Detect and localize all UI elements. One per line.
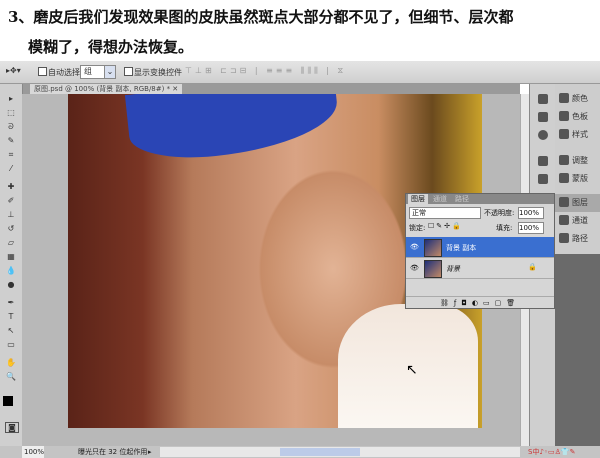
history-brush-tool-icon[interactable]: ↺ (5, 224, 17, 233)
crop-tool-icon[interactable]: ⌗ (5, 150, 17, 159)
show-transform-label: 显示变换控件 (134, 68, 182, 77)
fill-label: 填充: (496, 224, 513, 232)
dock-label: 色板 (572, 112, 588, 121)
zoom-tool-icon[interactable]: 🔍 (5, 372, 17, 381)
styles-icon (559, 129, 569, 139)
dock-item-channels[interactable]: 通道 (555, 212, 600, 230)
cursor-icon: ↖ (406, 362, 418, 378)
caption-line-1: 3、磨皮后我们发现效果图的皮肤虽然斑点大部分都不见了，但细节、层次都 (8, 8, 514, 26)
color-icon (559, 93, 569, 103)
path-select-tool-icon[interactable]: ↖ (5, 326, 17, 335)
document-tab[interactable]: 原图.psd @ 100% (背景 副本, RGB/8#) * ✕ (30, 84, 183, 94)
layers-icon (559, 197, 569, 207)
lasso-tool-icon[interactable]: ᘐ (5, 122, 17, 131)
dodge-tool-icon[interactable]: ● (5, 280, 17, 289)
eyedropper-tool-icon[interactable]: ⁄ (5, 164, 17, 173)
move-tool-icon[interactable]: ▸✥▾ (6, 66, 21, 75)
dock-label: 路径 (572, 234, 588, 243)
dock-item-masks[interactable]: 蒙版 (555, 170, 600, 188)
tab-paths[interactable]: 路径 (452, 194, 472, 204)
hand-tool-icon[interactable]: ✋ (5, 358, 17, 367)
horizontal-scroll-thumb[interactable] (280, 448, 360, 456)
info-icon[interactable] (538, 130, 548, 140)
layer-name: 背景 副本 (446, 244, 477, 252)
layer-name: 背景 (446, 265, 460, 273)
layer-thumbnail (424, 260, 442, 278)
dock-item-adjustments[interactable]: 调整 (555, 152, 600, 170)
layer-row[interactable]: 👁 背景 🔒 (406, 258, 554, 279)
ime-toolbar-icons[interactable]: S中♪◦▭♙👕✎ (528, 446, 576, 458)
layers-panel-tabs: 图层 通道 路径 (406, 194, 554, 204)
layer-thumbnail (424, 239, 442, 257)
marquee-tool-icon[interactable]: ⬚ (5, 108, 17, 117)
brushes-icon[interactable] (538, 156, 548, 166)
tab-channels[interactable]: 通道 (430, 194, 450, 204)
histogram-icon[interactable] (538, 112, 548, 122)
status-menu-arrow-icon[interactable]: ▸ (148, 446, 152, 458)
stamp-tool-icon[interactable]: ⊥ (5, 210, 17, 219)
show-transform-checkbox[interactable] (124, 67, 133, 76)
dock-item-swatches[interactable]: 色板 (555, 108, 600, 126)
masks-icon (559, 173, 569, 183)
channels-icon (559, 215, 569, 225)
type-tool-icon[interactable]: T (5, 312, 17, 321)
options-bar: ▸✥▾ 自动选择: 组 ⌄ 显示变换控件 ⊤⊥⊞ ⊏⊐⊟ | ≡≡≡ ⫼⫼⫼ |… (0, 61, 600, 84)
dock-label: 调整 (572, 156, 588, 165)
blur-tool-icon[interactable]: 💧 (5, 266, 17, 275)
layers-footer-icons[interactable]: ⛓ƒ◘◐▭▢🗑 (406, 296, 554, 308)
swatches-icon (559, 111, 569, 121)
dock-empty-area (555, 254, 600, 446)
dock-label: 颜色 (572, 94, 588, 103)
dock-label: 蒙版 (572, 174, 588, 183)
navigator-icon[interactable] (538, 94, 548, 104)
clone-source-icon[interactable] (538, 174, 548, 184)
headband (124, 94, 342, 165)
healing-tool-icon[interactable]: ✚ (5, 182, 17, 191)
layer-row-selected[interactable]: 👁 背景 副本 (406, 237, 554, 258)
blend-mode-select[interactable]: 正常 (409, 207, 481, 219)
status-bar: 100% 曝光只在 32 位起作用 ▸ S中♪◦▭♙👕✎ (0, 446, 600, 458)
adjustments-icon (559, 155, 569, 165)
eye-icon[interactable]: 👁 (410, 264, 419, 272)
eraser-tool-icon[interactable]: ▱ (5, 238, 17, 247)
lock-label: 锁定: (409, 224, 426, 232)
pen-tool-icon[interactable]: ✒ (5, 298, 17, 307)
move-tool-icon[interactable]: ▸ (5, 94, 17, 103)
lock-icon: 🔒 (528, 263, 537, 271)
auto-select-label: 自动选择: (48, 68, 83, 77)
dock-label: 图层 (572, 198, 588, 207)
paths-icon (559, 233, 569, 243)
opacity-label: 不透明度: (484, 209, 515, 217)
foreground-color-swatch[interactable] (3, 396, 13, 406)
brush-tool-icon[interactable]: ✐ (5, 196, 17, 205)
document-tab-title: 原图.psd @ 100% (背景 副本, RGB/8#) * (34, 85, 171, 93)
caption-line-2: 模糊了，得想办法恢复。 (28, 38, 194, 56)
align-icons[interactable]: ⊤⊥⊞ ⊏⊐⊟ | ≡≡≡ ⫼⫼⫼ | ⧖ (185, 66, 346, 76)
gradient-tool-icon[interactable]: ▦ (5, 252, 17, 261)
shape-tool-icon[interactable]: ▭ (5, 340, 17, 349)
dock-item-layers[interactable]: 图层 (555, 194, 600, 212)
tab-layers[interactable]: 图层 (408, 194, 428, 204)
layers-panel: 图层 通道 路径 正常 不透明度: 100% 锁定: ☐✎✢🔒 填充: 100%… (405, 193, 555, 309)
dock-label: 通道 (572, 216, 588, 225)
dock-item-color[interactable]: 颜色 (555, 90, 600, 108)
chevron-down-icon[interactable]: ⌄ (104, 65, 116, 79)
dock-item-styles[interactable]: 样式 (555, 126, 600, 144)
dock-label: 样式 (572, 130, 588, 139)
tools-panel: ▸ ⬚ ᘐ ✎ ⌗ ⁄ ✚ ✐ ⊥ ↺ ▱ ▦ 💧 ● ✒ T ↖ ▭ ✋ 🔍 … (0, 84, 23, 446)
dock-item-paths[interactable]: 路径 (555, 230, 600, 248)
quick-mask-icon[interactable]: ◙ (5, 422, 19, 433)
fill-input[interactable]: 100% (518, 222, 544, 234)
opacity-input[interactable]: 100% (518, 207, 544, 219)
lock-icons[interactable]: ☐✎✢🔒 (428, 222, 463, 230)
zoom-field[interactable]: 100% (22, 446, 44, 458)
quick-select-tool-icon[interactable]: ✎ (5, 136, 17, 145)
panel-label-dock: 颜色 色板 样式 调整 蒙版 图层 通道 路径 (555, 84, 600, 446)
status-info: 曝光只在 32 位起作用 (78, 448, 148, 456)
document-tab-bar: 原图.psd @ 100% (背景 副本, RGB/8#) * ✕ (22, 84, 520, 94)
eye-icon[interactable]: 👁 (410, 243, 419, 251)
auto-select-checkbox[interactable] (38, 67, 47, 76)
